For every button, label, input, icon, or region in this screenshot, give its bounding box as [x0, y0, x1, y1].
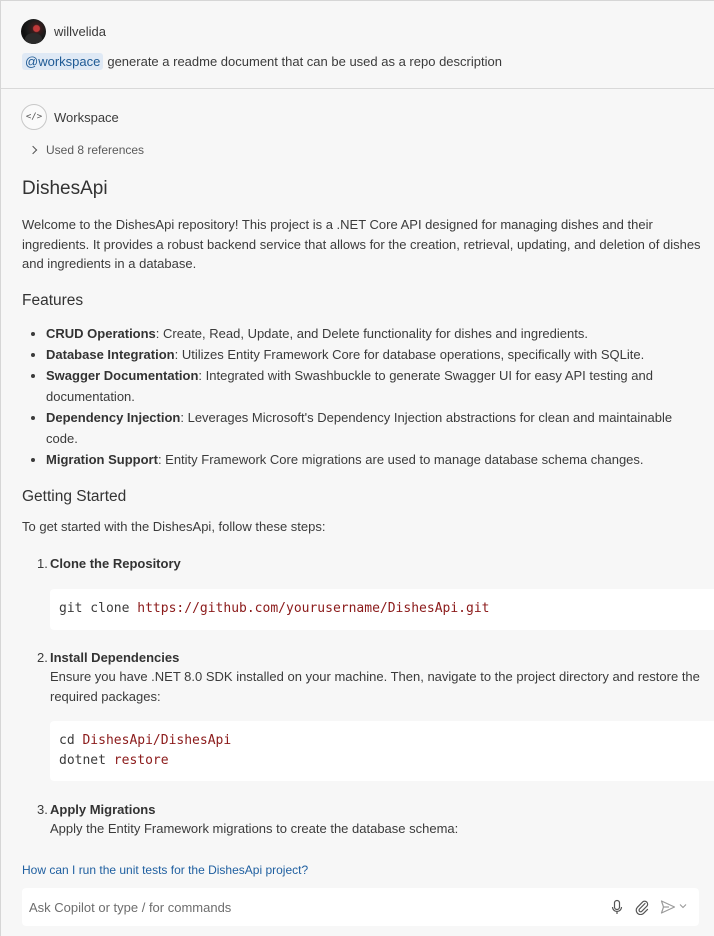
code-icon: </> — [21, 104, 47, 130]
step-3: 3. Apply Migrations — [37, 802, 156, 817]
features-heading: Features — [22, 291, 84, 309]
step-3-desc: Apply the Entity Framework migrations to… — [50, 821, 459, 836]
followup-suggestion[interactable]: How can I run the unit tests for the Dis… — [22, 863, 308, 877]
user-name: willvelida — [54, 24, 107, 39]
step-title: Apply Migrations — [50, 802, 156, 817]
workspace-mention[interactable]: @workspace — [22, 53, 104, 70]
list-item: CRUD Operations: Create, Read, Update, a… — [46, 323, 702, 344]
readme-title: DishesApi — [22, 178, 108, 199]
readme-intro: Welcome to the DishesApi repository! Thi… — [22, 217, 701, 271]
user-prompt: @workspace generate a readme document tha… — [22, 53, 502, 70]
chat-input-bar — [22, 888, 699, 926]
list-item: Database Integration: Utilizes Entity Fr… — [46, 344, 702, 365]
user-message: willvelida @workspace generate a readme d… — [1, 1, 714, 89]
references-label: Used 8 references — [46, 143, 145, 157]
step-title: Clone the Repository — [50, 556, 181, 571]
list-item: Migration Support: Entity Framework Core… — [46, 449, 702, 470]
agent-label: Workspace — [54, 110, 119, 125]
list-item: Swagger Documentation: Integrated with S… — [46, 365, 702, 407]
prompt-text: generate a readme document that can be u… — [107, 54, 502, 69]
step-2-desc: Ensure you have .NET 8.0 SDK installed o… — [50, 669, 700, 704]
chevron-down-icon[interactable] — [679, 902, 687, 910]
list-item: Dependency Injection: Leverages Microsof… — [46, 407, 702, 449]
paperclip-icon[interactable] — [634, 899, 650, 915]
code-block-clone[interactable]: git clone https://github.com/yourusernam… — [50, 589, 714, 630]
code-block-restore[interactable]: cd DishesApi/DishesApi dotnet restore — [50, 721, 714, 781]
step-title: Install Dependencies — [50, 650, 180, 665]
features-list: CRUD Operations: Create, Read, Update, a… — [22, 323, 702, 470]
getting-started-heading: Getting Started — [22, 487, 127, 505]
chat-panel: willvelida @workspace generate a readme d… — [0, 0, 714, 936]
references-toggle[interactable]: Used 8 references — [28, 143, 145, 157]
steps-intro: To get started with the DishesApi, follo… — [22, 519, 326, 534]
send-icon[interactable] — [660, 899, 676, 915]
step-2: 2. Install Dependencies — [37, 650, 180, 665]
user-avatar — [21, 19, 46, 44]
response-content: DishesApi Welcome to the DishesApi repos… — [22, 177, 702, 507]
microphone-icon[interactable] — [609, 899, 625, 915]
step-1: 1. Clone the Repository — [37, 556, 181, 571]
chevron-right-icon — [28, 145, 38, 155]
chat-input[interactable] — [22, 888, 592, 926]
